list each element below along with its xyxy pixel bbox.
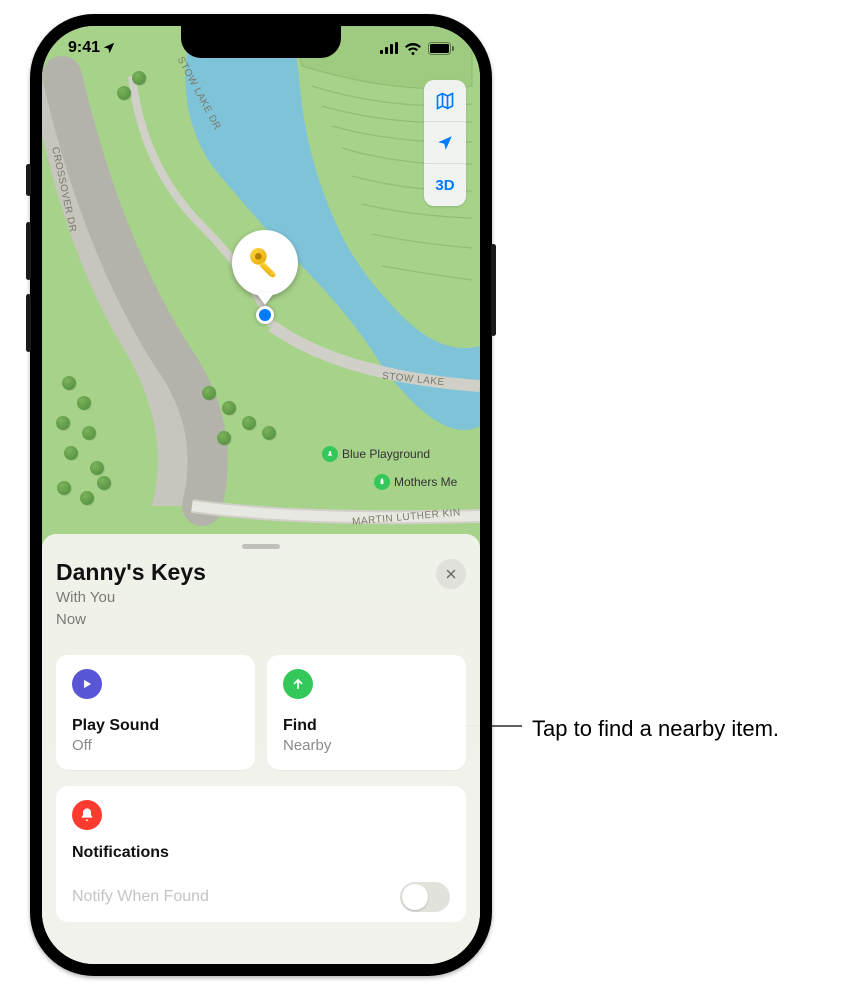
- locate-me-button[interactable]: [424, 122, 466, 164]
- phone-frame: 9:41: [30, 14, 492, 976]
- notify-when-found-toggle[interactable]: [400, 882, 450, 912]
- item-subtitle-1: With You: [56, 588, 206, 608]
- poi-mothers-me[interactable]: Mothers Me: [374, 474, 457, 490]
- play-sound-sub: Off: [72, 737, 239, 754]
- key-icon: [245, 243, 285, 283]
- status-time: 9:41: [68, 39, 100, 57]
- map-controls: 3D: [424, 80, 466, 206]
- wifi-icon: [404, 42, 422, 55]
- bell-icon: [79, 807, 95, 823]
- item-title: Danny's Keys: [56, 559, 206, 586]
- find-card[interactable]: Find Nearby: [267, 655, 466, 770]
- volume-up-button[interactable]: [26, 222, 31, 280]
- notch: [181, 26, 341, 58]
- park-icon: [322, 446, 338, 462]
- callout-text: Tap to find a nearby item.: [532, 716, 779, 742]
- item-detail-sheet[interactable]: Danny's Keys With You Now Play Sound: [42, 534, 480, 964]
- poi-label: Mothers Me: [394, 475, 457, 489]
- battery-icon: [428, 42, 454, 55]
- close-icon: [445, 568, 457, 580]
- volume-down-button[interactable]: [26, 294, 31, 352]
- map-mode-button[interactable]: [424, 80, 466, 122]
- tree-icon: [374, 474, 390, 490]
- find-sub: Nearby: [283, 737, 450, 754]
- arrow-up-icon: [291, 677, 305, 691]
- close-button[interactable]: [436, 559, 466, 589]
- location-arrow-icon: [436, 134, 454, 152]
- poi-blue-playground[interactable]: Blue Playground: [322, 446, 430, 462]
- find-title: Find: [283, 717, 450, 735]
- notifications-section: Notifications Notify When Found: [56, 786, 466, 922]
- item-location-pin[interactable]: [232, 230, 298, 296]
- play-sound-title: Play Sound: [72, 717, 239, 735]
- sheet-grabber[interactable]: [242, 544, 280, 549]
- cellular-icon: [380, 42, 398, 54]
- 3d-label: 3D: [435, 177, 454, 194]
- notifications-title: Notifications: [72, 844, 450, 862]
- map-icon: [435, 91, 455, 111]
- item-subtitle-2: Now: [56, 610, 206, 630]
- power-button[interactable]: [491, 244, 496, 336]
- location-arrow-icon: [102, 41, 116, 55]
- mute-switch[interactable]: [26, 164, 31, 196]
- play-sound-card[interactable]: Play Sound Off: [56, 655, 255, 770]
- play-icon: [80, 677, 94, 691]
- notify-when-found-label: Notify When Found: [72, 888, 209, 906]
- 3d-button[interactable]: 3D: [424, 164, 466, 206]
- user-location-dot: [256, 306, 274, 324]
- poi-label: Blue Playground: [342, 447, 430, 461]
